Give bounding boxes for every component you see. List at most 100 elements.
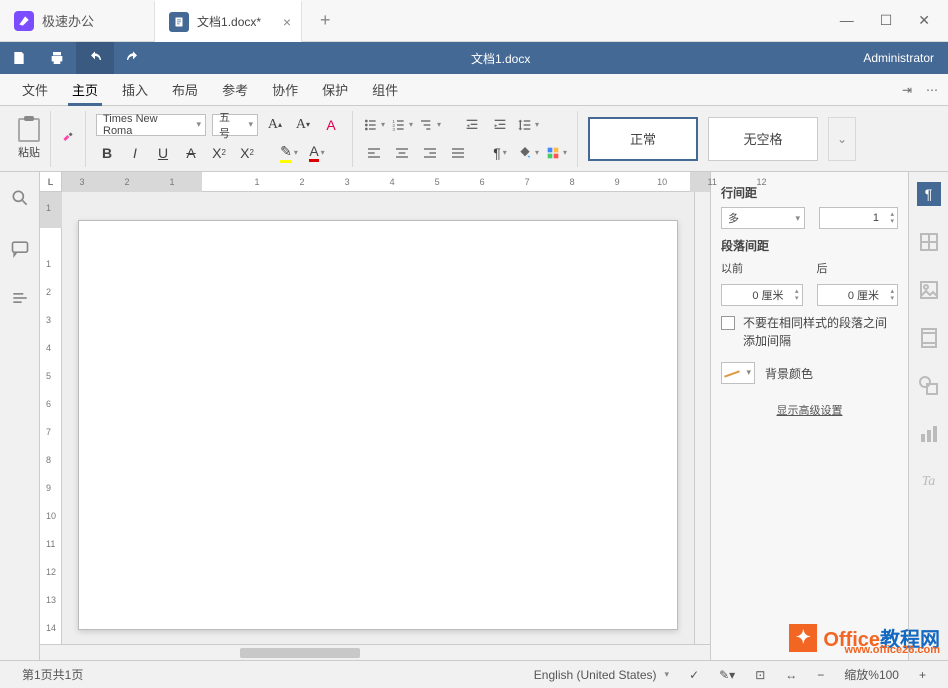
line-spacing-value-input[interactable]: 1 [819, 207, 898, 229]
page-viewport[interactable] [62, 192, 694, 644]
menu-bar: 文件 主页 插入 布局 参考 协作 保护 组件 ⇥ ⋯ [0, 74, 948, 106]
decrease-font-icon[interactable]: A▾ [292, 114, 314, 136]
search-icon[interactable] [10, 188, 30, 208]
highlight-color-icon[interactable]: ✎ [278, 142, 300, 164]
undo-button[interactable] [76, 42, 114, 74]
print-button[interactable] [38, 42, 76, 74]
change-case-icon[interactable]: A [320, 114, 342, 136]
workspace: L 321123456789101112 1123456789101112131… [0, 172, 948, 660]
menu-home[interactable]: 主页 [60, 74, 110, 106]
align-center-icon[interactable] [391, 142, 413, 164]
new-tab-button[interactable]: + [320, 10, 331, 31]
document-tab[interactable]: 文档1.docx* × [154, 0, 302, 42]
svg-text:3: 3 [392, 126, 395, 131]
shading-icon[interactable] [517, 142, 539, 164]
open-location-icon[interactable]: ⇥ [902, 83, 912, 97]
maximize-icon[interactable]: ☐ [880, 12, 893, 29]
zoom-width-icon[interactable]: ↔ [775, 668, 807, 682]
status-bar: 第1页共1页 English (United States) ✓ ✎▾ ⊡ ↔ … [0, 660, 948, 688]
app-name: 极速办公 [42, 11, 94, 30]
multilevel-list-icon[interactable] [419, 114, 441, 136]
comments-icon[interactable] [10, 238, 30, 258]
paste-icon[interactable] [18, 118, 40, 142]
left-toolbar [0, 172, 40, 660]
align-left-icon[interactable] [363, 142, 385, 164]
clipboard-group: 粘贴 [8, 111, 51, 167]
document-area: L 321123456789101112 1123456789101112131… [40, 172, 710, 660]
title-bar: 极速办公 文档1.docx* × + — ☐ ✕ [0, 0, 948, 42]
numbering-icon[interactable]: 123 [391, 114, 413, 136]
bullets-icon[interactable] [363, 114, 385, 136]
show-advanced-link[interactable]: 显示高级设置 [721, 402, 898, 418]
vertical-ruler[interactable]: 1123456789101112131415 [40, 192, 62, 644]
watermark: ✦ Office教程网 www.office26.com [789, 623, 940, 652]
page-count[interactable]: 第1页共1页 [12, 666, 93, 683]
paragraph-settings-icon[interactable]: ¶ [917, 182, 941, 206]
zoom-out-icon[interactable]: − [807, 668, 834, 682]
superscript-icon[interactable]: X2 [208, 142, 230, 164]
borders-icon[interactable] [545, 142, 567, 164]
language-selector[interactable]: English (United States) [524, 668, 679, 682]
horizontal-ruler[interactable]: L 321123456789101112 [40, 172, 710, 192]
save-button[interactable] [0, 42, 38, 74]
background-color-label: 背景颜色 [765, 365, 813, 382]
minimize-icon[interactable]: — [840, 12, 854, 29]
spellcheck-icon[interactable]: ✓ [679, 668, 709, 682]
spacing-after-input[interactable]: 0 厘米 [817, 284, 899, 306]
menu-reference[interactable]: 参考 [210, 74, 260, 106]
redo-button[interactable] [114, 42, 152, 74]
menu-collab[interactable]: 协作 [260, 74, 310, 106]
close-window-icon[interactable]: ✕ [918, 12, 930, 29]
menu-protect[interactable]: 保护 [310, 74, 360, 106]
styles-expand-icon[interactable]: ⌄ [828, 117, 856, 161]
quick-access-bar: 文档1.docx Administrator [0, 42, 948, 74]
font-name-select[interactable]: Times New Roma [96, 114, 206, 136]
header-footer-icon[interactable] [917, 326, 941, 350]
menu-insert[interactable]: 插入 [110, 74, 160, 106]
document-page[interactable] [78, 220, 678, 630]
line-spacing-title: 行间距 [721, 184, 898, 201]
menu-file[interactable]: 文件 [10, 74, 60, 106]
no-space-same-style-checkbox[interactable] [721, 316, 735, 330]
track-changes-icon[interactable]: ✎▾ [709, 668, 745, 682]
style-normal[interactable]: 正常 [588, 117, 698, 161]
font-size-select[interactable]: 五号 [212, 114, 258, 136]
underline-icon[interactable]: U [152, 142, 174, 164]
italic-icon[interactable]: I [124, 142, 146, 164]
user-name[interactable]: Administrator [849, 51, 948, 65]
more-icon[interactable]: ⋯ [926, 83, 938, 97]
strikethrough-icon[interactable]: A [180, 142, 202, 164]
line-spacing-icon[interactable] [517, 114, 539, 136]
chart-settings-icon[interactable] [917, 422, 941, 446]
format-painter-icon[interactable] [57, 128, 79, 150]
background-color-picker[interactable] [721, 362, 755, 384]
watermark-url: www.office26.com [844, 644, 940, 656]
image-settings-icon[interactable] [917, 278, 941, 302]
paragraph-mark-icon[interactable]: ¶ [489, 142, 511, 164]
increase-indent-icon[interactable] [489, 114, 511, 136]
zoom-fit-icon[interactable]: ⊡ [745, 668, 775, 682]
align-right-icon[interactable] [419, 142, 441, 164]
style-nospace[interactable]: 无空格 [708, 117, 818, 161]
decrease-indent-icon[interactable] [461, 114, 483, 136]
vertical-scrollbar[interactable] [694, 192, 710, 644]
close-tab-icon[interactable]: × [283, 14, 291, 30]
shape-settings-icon[interactable] [917, 374, 941, 398]
bold-icon[interactable]: B [96, 142, 118, 164]
tab-title: 文档1.docx* [197, 13, 261, 30]
subscript-icon[interactable]: X2 [236, 142, 258, 164]
no-space-same-style-label: 不要在相同样式的段落之间添加间隔 [743, 314, 898, 350]
font-color-icon[interactable]: A [306, 142, 328, 164]
headings-icon[interactable] [10, 288, 30, 308]
paragraph-panel: 行间距 多 1 段落间距 以前 后 0 厘米 0 厘米 不要在相同样式的段落之间… [710, 172, 908, 660]
menu-plugin[interactable]: 组件 [360, 74, 410, 106]
line-spacing-mode-select[interactable]: 多 [721, 207, 805, 229]
zoom-in-icon[interactable]: + [909, 668, 936, 682]
menu-layout[interactable]: 布局 [160, 74, 210, 106]
table-settings-icon[interactable] [917, 230, 941, 254]
spacing-before-input[interactable]: 0 厘米 [721, 284, 803, 306]
zoom-level[interactable]: 缩放%100 [834, 666, 909, 683]
increase-font-icon[interactable]: A▴ [264, 114, 286, 136]
textart-settings-icon[interactable]: Ta [917, 470, 941, 494]
align-justify-icon[interactable] [447, 142, 469, 164]
